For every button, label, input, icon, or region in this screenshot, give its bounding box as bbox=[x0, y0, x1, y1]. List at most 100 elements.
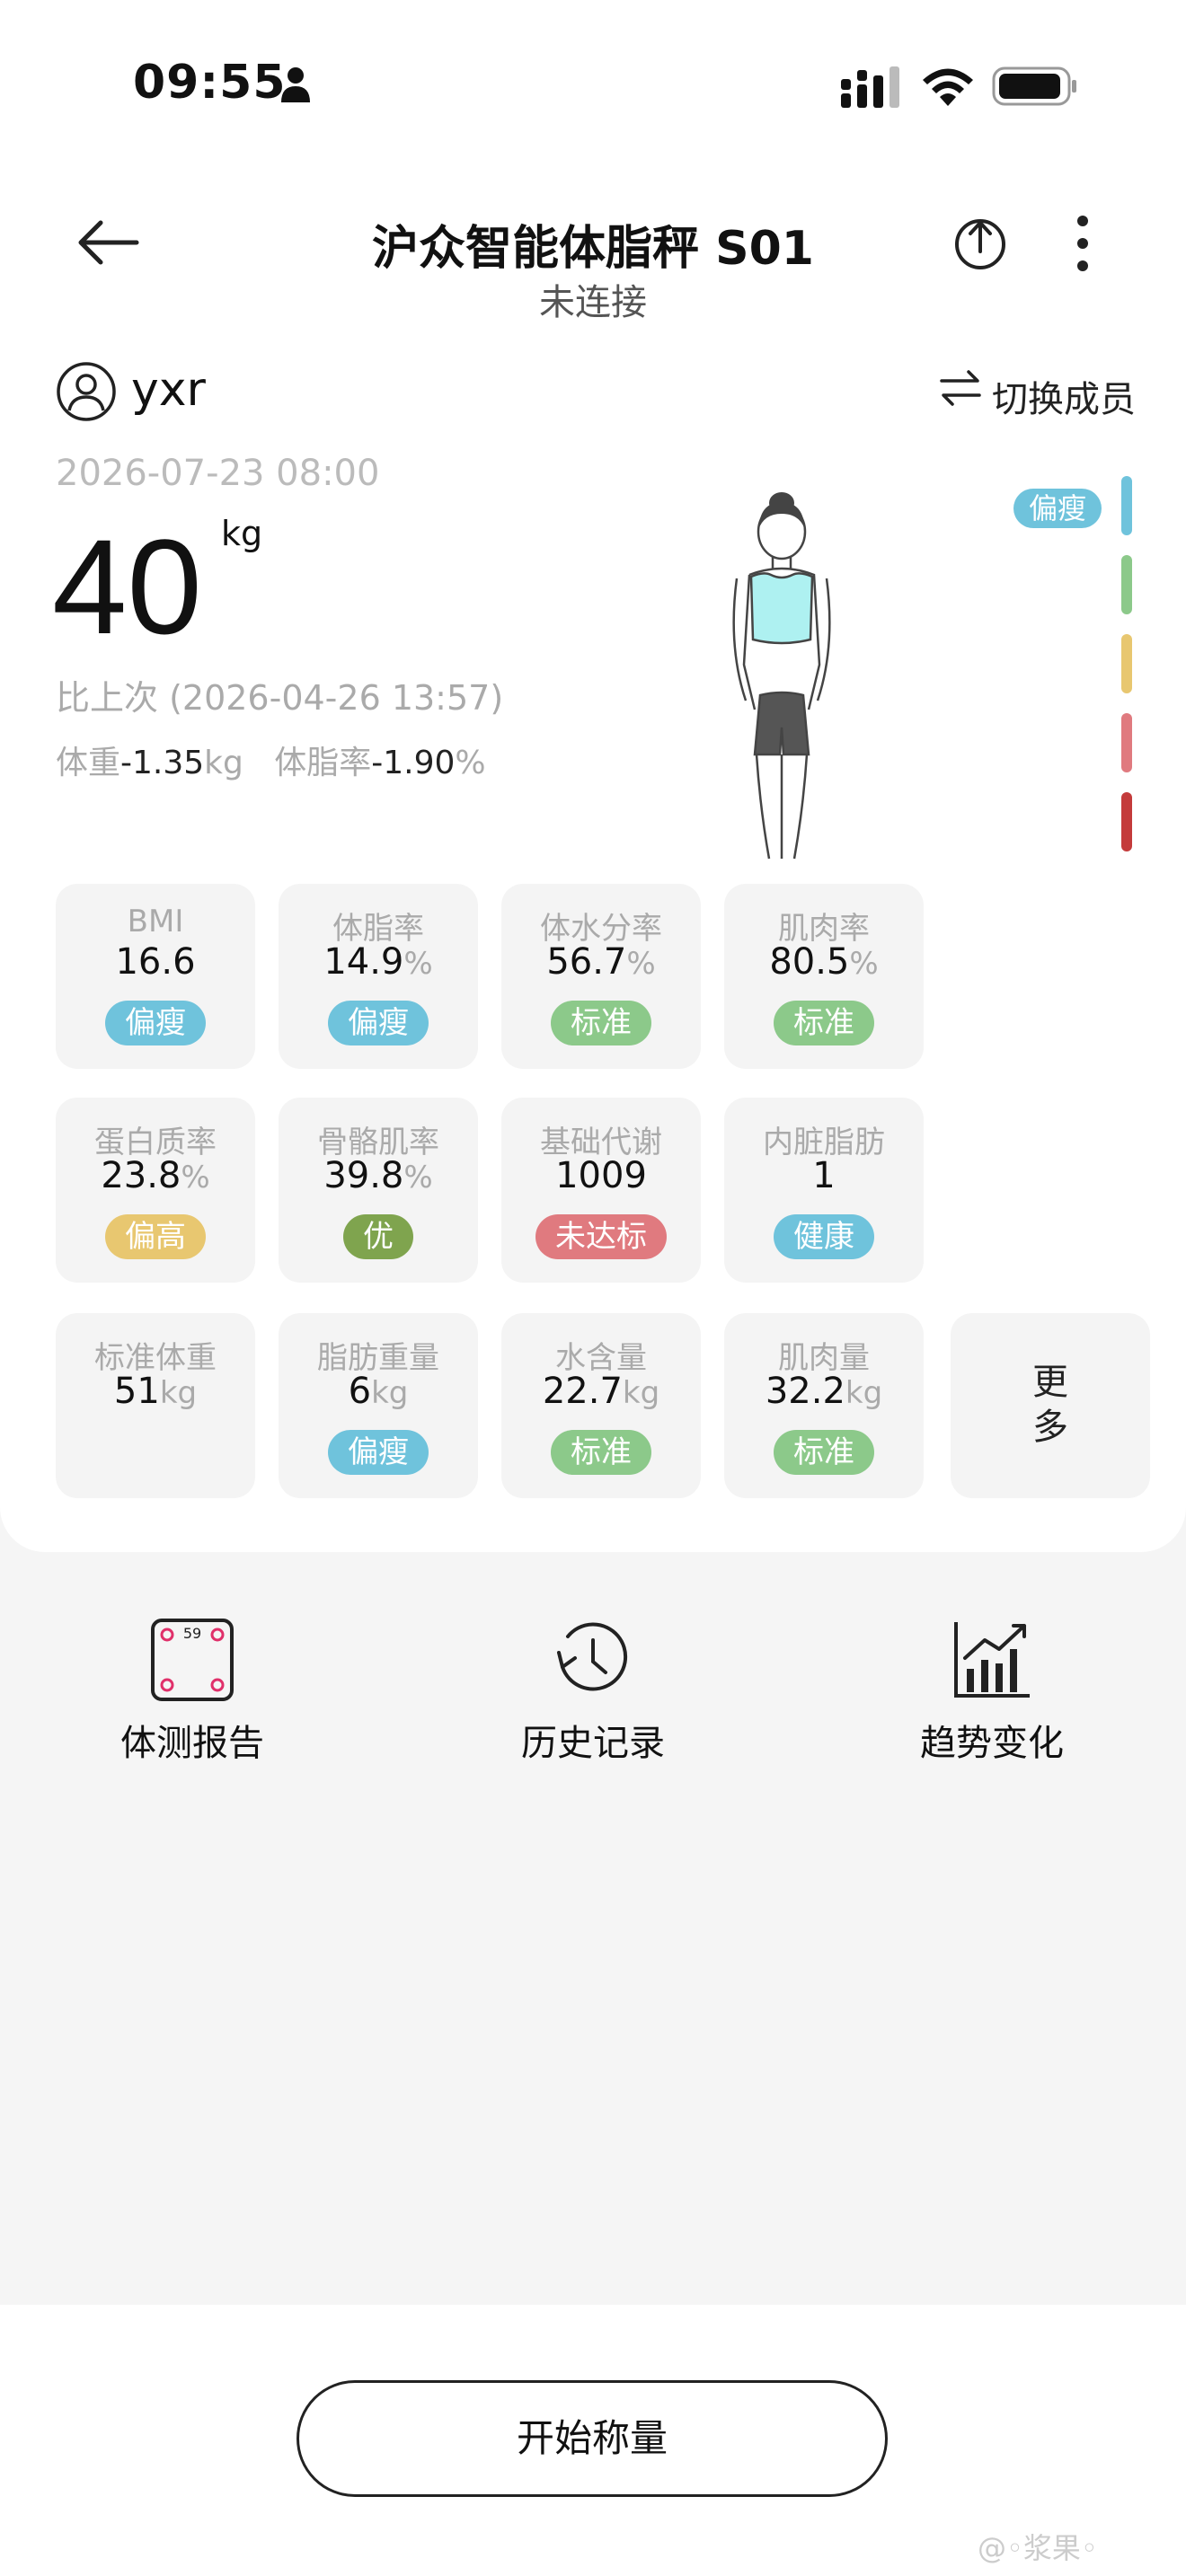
metric-status-tag: 标准 bbox=[551, 1001, 651, 1045]
trend-label: 趋势变化 bbox=[920, 1723, 1064, 1764]
switch-arrows-icon[interactable] bbox=[940, 370, 981, 406]
metric-value: 56.7% bbox=[501, 941, 701, 983]
more-metrics-button[interactable]: 更 多 bbox=[951, 1313, 1150, 1498]
connection-status: 未连接 bbox=[539, 282, 647, 323]
metric-unit: % bbox=[849, 946, 879, 982]
metric-value: 80.5% bbox=[724, 941, 924, 983]
metric-value: 1 bbox=[724, 1155, 924, 1196]
metric-number: 32.2 bbox=[765, 1371, 845, 1412]
status-time: 09:55 bbox=[133, 56, 287, 110]
level-bar bbox=[1121, 476, 1132, 535]
metric-card[interactable]: 体水分率 56.7% 标准 bbox=[501, 884, 701, 1069]
metric-label: BMI bbox=[127, 904, 184, 940]
metric-unit: kg bbox=[622, 1375, 660, 1411]
metric-card[interactable]: 肌肉率 80.5% 标准 bbox=[724, 884, 924, 1069]
metric-card[interactable]: 基础代谢 1009 未达标 bbox=[501, 1098, 701, 1283]
page-title: 沪众智能体脂秤 S01 bbox=[372, 222, 814, 276]
metric-unit: % bbox=[181, 1160, 210, 1195]
metric-value: 6kg bbox=[279, 1371, 478, 1412]
history-button[interactable]: 历史记录 bbox=[485, 1617, 701, 1778]
weight-value: 40 bbox=[52, 511, 202, 662]
username: yxr bbox=[131, 363, 206, 417]
metric-status-tag: 偏高 bbox=[105, 1214, 206, 1259]
metric-number: 1009 bbox=[555, 1155, 647, 1196]
metric-status-tag: 优 bbox=[343, 1214, 413, 1259]
metric-status-tag: 偏瘦 bbox=[328, 1430, 429, 1475]
metric-card[interactable]: 内脏脂肪 1 健康 bbox=[724, 1098, 924, 1283]
metric-card[interactable]: 脂肪重量 6kg 偏瘦 bbox=[279, 1313, 478, 1498]
metric-status-tag: 健康 bbox=[774, 1214, 874, 1259]
metric-number: 16.6 bbox=[115, 941, 196, 983]
metric-card[interactable]: 蛋白质率 23.8% 偏高 bbox=[56, 1098, 255, 1283]
weight-delta-label: 体重 bbox=[56, 745, 121, 781]
metric-value: 39.8% bbox=[279, 1155, 478, 1196]
metric-value: 32.2kg bbox=[724, 1371, 924, 1412]
fat-delta-label: 体脂率 bbox=[274, 745, 372, 781]
metric-card[interactable]: 体脂率 14.9% 偏瘦 bbox=[279, 884, 478, 1069]
watermark: @◦浆果◦ bbox=[978, 2531, 1098, 2565]
metric-number: 56.7 bbox=[546, 941, 627, 983]
metric-status-tag: 标准 bbox=[774, 1001, 874, 1045]
compare-text: 比上次 (2026-04-26 13:57) bbox=[56, 678, 504, 718]
measurement-datetime: 2026-07-23 08:00 bbox=[56, 453, 380, 494]
battery-icon bbox=[992, 66, 1076, 106]
metric-number: 1 bbox=[812, 1155, 836, 1196]
scale-display-text: 59 bbox=[183, 1625, 201, 1642]
switch-member-button[interactable]: 切换成员 bbox=[992, 370, 1136, 422]
weight-delta-value: -1.35 bbox=[120, 745, 205, 781]
metric-number: 23.8 bbox=[101, 1155, 181, 1196]
metric-status-tag: 未达标 bbox=[535, 1214, 667, 1259]
metric-number: 6 bbox=[348, 1371, 372, 1412]
metric-card[interactable]: BMI 16.6 偏瘦 bbox=[56, 884, 255, 1069]
metric-number: 22.7 bbox=[542, 1371, 623, 1412]
wifi-icon bbox=[923, 68, 973, 106]
metric-unit: % bbox=[403, 1160, 433, 1195]
metric-status-tag: 偏瘦 bbox=[328, 1001, 429, 1045]
cellular-signal-icon bbox=[841, 66, 899, 108]
metric-value: 1009 bbox=[501, 1155, 701, 1196]
more-options-icon[interactable] bbox=[1075, 214, 1091, 273]
fat-delta-unit: % bbox=[455, 745, 486, 781]
metric-value: 22.7kg bbox=[501, 1371, 701, 1412]
level-bar bbox=[1121, 634, 1132, 693]
user-avatar-icon bbox=[57, 362, 116, 421]
metric-card[interactable]: 水含量 22.7kg 标准 bbox=[501, 1313, 701, 1498]
metric-number: 51 bbox=[113, 1371, 160, 1412]
level-bar bbox=[1121, 792, 1132, 851]
metric-number: 80.5 bbox=[769, 941, 850, 983]
metric-status-tag: 标准 bbox=[774, 1430, 874, 1475]
weight-unit: kg bbox=[221, 514, 263, 553]
metric-value: 23.8% bbox=[56, 1155, 255, 1196]
more-label: 更 多 bbox=[1032, 1362, 1068, 1448]
metric-number: 39.8 bbox=[323, 1155, 404, 1196]
history-label: 历史记录 bbox=[521, 1723, 665, 1764]
fat-delta-value: -1.90 bbox=[371, 745, 456, 781]
level-bar bbox=[1121, 713, 1132, 772]
body-type-tag: 偏瘦 bbox=[1013, 489, 1102, 528]
person-icon bbox=[281, 67, 310, 102]
share-icon[interactable] bbox=[952, 212, 1008, 271]
metric-status-tag: 偏瘦 bbox=[105, 1001, 206, 1045]
metric-unit: kg bbox=[845, 1375, 883, 1411]
metric-status-tag: 标准 bbox=[551, 1430, 651, 1475]
metric-unit: % bbox=[626, 946, 656, 982]
metric-unit: % bbox=[403, 946, 433, 982]
delta-row: 体重-1.35kg 体脂率-1.90% bbox=[56, 737, 486, 783]
metric-card[interactable]: 肌肉量 32.2kg 标准 bbox=[724, 1313, 924, 1498]
metric-value: 51kg bbox=[56, 1371, 255, 1412]
start-weighing-button[interactable]: 开始称量 bbox=[296, 2380, 888, 2497]
metric-card[interactable]: 骨骼肌率 39.8% 优 bbox=[279, 1098, 478, 1283]
weight-delta-unit: kg bbox=[204, 745, 243, 781]
metric-unit: kg bbox=[371, 1375, 409, 1411]
metric-unit: kg bbox=[159, 1375, 198, 1411]
body-report-label: 体测报告 bbox=[120, 1723, 264, 1764]
metric-value: 14.9% bbox=[279, 941, 478, 983]
metric-number: 14.9 bbox=[323, 941, 404, 983]
metric-card[interactable]: 标准体重 51kg bbox=[56, 1313, 255, 1498]
trend-button[interactable]: 趋势变化 bbox=[884, 1617, 1100, 1778]
metric-value: 16.6 bbox=[56, 941, 255, 983]
trend-chart-icon bbox=[954, 1622, 1030, 1698]
body-report-button[interactable]: 59 体测报告 bbox=[84, 1617, 300, 1778]
scale-report-icon: 59 bbox=[151, 1619, 234, 1701]
level-bar bbox=[1121, 555, 1132, 614]
